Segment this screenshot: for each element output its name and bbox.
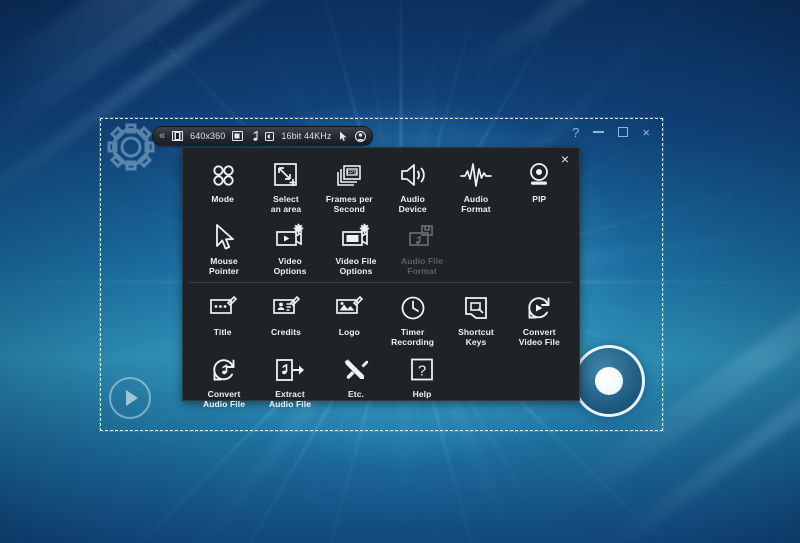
capture-toolbar: « 640x360 16bit 44KHz [152, 126, 373, 146]
option-mouse-pointer[interactable]: Mouse Pointer [191, 220, 257, 276]
option-audio-format[interactable]: Audio Format [444, 158, 507, 214]
cursor-icon[interactable] [339, 131, 348, 142]
convert-video-icon [525, 293, 553, 323]
panel-close-button[interactable]: × [557, 152, 573, 168]
tools-icon [342, 355, 370, 385]
audio-chip-icon[interactable] [265, 131, 275, 141]
option-timer-recording[interactable]: Timer Recording [381, 291, 444, 347]
option-label: Convert Video File [518, 327, 560, 347]
svg-text:FPS: FPS [347, 170, 357, 176]
panel-row-1: Mode Select an area FPS Frames per Second … [191, 158, 571, 214]
option-label: Convert Audio File [202, 389, 246, 409]
title-icon [208, 293, 238, 323]
option-label: Video File Options [335, 256, 377, 276]
close-button[interactable]: × [642, 126, 650, 140]
convert-audio-icon [210, 355, 238, 385]
webcam-pip-icon [525, 160, 553, 190]
webcam-icon[interactable] [232, 131, 244, 141]
play-triangle-icon [126, 390, 138, 406]
toolbar-collapse-button[interactable]: « [159, 130, 165, 142]
option-title[interactable]: Title [191, 291, 254, 347]
option-label: Help [412, 389, 432, 399]
option-label: Mouse Pointer [209, 256, 239, 276]
option-audio-file-format: Audio File Format [389, 220, 455, 276]
four-circles-icon [209, 160, 237, 190]
option-label: PIP [532, 194, 547, 204]
maximize-icon [618, 127, 629, 137]
panel-row-2: Mouse Pointer Video Options Video File Opti… [191, 220, 571, 276]
record-button[interactable] [573, 345, 645, 417]
clock-icon [399, 293, 427, 323]
option-audio-device[interactable]: Audio Device [381, 158, 444, 214]
panel-row-4: Convert Audio File Extract Audio File Etc.… [191, 353, 571, 409]
help-button[interactable]: ? [572, 126, 579, 140]
video-file-gear-icon [340, 222, 372, 252]
film-icon[interactable] [172, 131, 184, 141]
option-label: Logo [338, 327, 360, 337]
minimize-button[interactable] [593, 126, 605, 140]
panel-row-3: Title Credits Logo Timer Recording Short… [191, 291, 571, 347]
option-logo[interactable]: Logo [318, 291, 381, 347]
option-credits[interactable]: Credits [254, 291, 317, 347]
option-label: Video Options [273, 256, 307, 276]
question-box-icon: ? [409, 355, 435, 385]
window-controls: ? × [572, 126, 650, 140]
waveform-icon [460, 160, 492, 190]
option-label: Audio Format [461, 194, 491, 214]
minimize-icon [593, 131, 605, 133]
option-extract-audio-file[interactable]: Extract Audio File [257, 353, 323, 409]
user-icon[interactable] [354, 130, 366, 142]
logo-icon [334, 293, 364, 323]
resolution-label[interactable]: 640x360 [190, 131, 225, 141]
option-video-file-options[interactable]: Video File Options [323, 220, 389, 276]
option-etc[interactable]: Etc. [323, 353, 389, 409]
music-note-icon[interactable] [250, 130, 258, 142]
cursor-arrow-icon [212, 222, 236, 252]
svg-text:?: ? [418, 363, 426, 380]
option-label: Credits [270, 327, 301, 337]
maximize-button[interactable] [618, 126, 629, 140]
audio-format-label[interactable]: 16bit 44KHz [281, 131, 331, 141]
option-label: Audio File Format [400, 256, 444, 276]
option-label: Etc. [348, 389, 364, 399]
option-help[interactable]: ? Help [389, 353, 455, 409]
option-shortcut-keys[interactable]: Shortcut Keys [444, 291, 507, 347]
option-label: Title [213, 327, 232, 337]
option-label: Frames per Second [325, 194, 373, 214]
panel-grid-top: Mode Select an area FPS Frames per Second … [183, 148, 579, 276]
option-label: Timer Recording [391, 327, 435, 347]
panel-grid-bottom: Title Credits Logo Timer Recording Short… [183, 283, 579, 409]
option-video-options[interactable]: Video Options [257, 220, 323, 276]
speaker-icon [398, 160, 428, 190]
option-select-an-area[interactable]: Select an area [254, 158, 317, 214]
option-label: Mode [211, 194, 234, 204]
option-label: Shortcut Keys [458, 327, 494, 347]
play-preview-button[interactable] [109, 377, 151, 419]
record-dot-icon [595, 367, 623, 395]
options-panel: × Mode Select an area FPS Frames per Secon… [182, 147, 580, 409]
gear-icon[interactable] [104, 120, 158, 174]
option-mode[interactable]: Mode [191, 158, 254, 214]
credits-icon [271, 293, 301, 323]
video-gear-icon [274, 222, 306, 252]
option-frames-per-second[interactable]: FPS Frames per Second [318, 158, 381, 214]
option-convert-video-file[interactable]: Convert Video File [508, 291, 571, 347]
option-label: Audio Device [398, 194, 427, 214]
option-label: Select an area [270, 194, 302, 214]
option-label: Extract Audio File [268, 389, 312, 409]
fps-icon: FPS [334, 160, 364, 190]
extract-audio-icon [274, 355, 306, 385]
shortcut-keys-icon [462, 293, 490, 323]
option-convert-audio-file[interactable]: Convert Audio File [191, 353, 257, 409]
audio-file-icon [407, 222, 437, 252]
select-area-icon [272, 160, 300, 190]
